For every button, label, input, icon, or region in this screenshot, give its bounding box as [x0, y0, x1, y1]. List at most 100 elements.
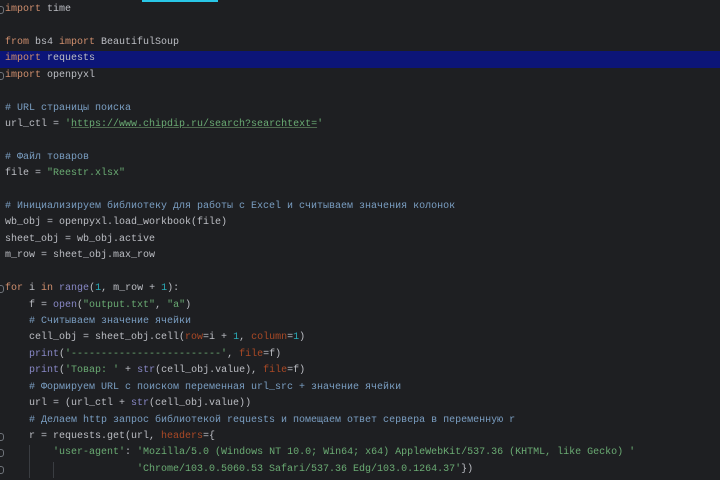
token-com: # Считываем значение ячейки: [5, 316, 192, 328]
token-kw: for: [5, 283, 24, 295]
token-id: wb_obj = openpyxl.load_workbook(file): [5, 217, 228, 229]
code-line[interactable]: print('-------------------------', file=…: [0, 347, 720, 363]
token-id: m_row = sheet_obj.max_row: [5, 250, 156, 262]
fold-marker-icon[interactable]: [0, 432, 4, 441]
token-id: ,: [227, 348, 240, 360]
token-id: url = (url_ctl +: [5, 398, 132, 410]
token-str: '-------------------------': [65, 348, 228, 360]
token-bi: range: [53, 283, 90, 295]
code-line[interactable]: for i in range(1, m_row + 1):: [0, 281, 720, 297]
token-id: (cell_obj.value),: [155, 365, 264, 377]
token-kwarg: file: [263, 365, 288, 377]
blank-line[interactable]: [0, 84, 720, 100]
token-str: 'Товар: ': [65, 365, 120, 377]
token-bi: str: [137, 365, 156, 377]
token-id: =f): [287, 365, 306, 377]
fold-marker-icon[interactable]: [0, 71, 4, 80]
token-str: "output.txt": [83, 299, 156, 311]
code-line[interactable]: from bs4 import BeautifulSoup: [0, 35, 720, 51]
token-bi: open: [53, 299, 78, 311]
code-line[interactable]: f = open("output.txt", "a"): [0, 298, 720, 314]
token-kwarg: headers: [161, 430, 204, 442]
fold-marker-icon[interactable]: [0, 6, 4, 14]
code-line[interactable]: print('Товар: ' + str(cell_obj.value), f…: [0, 363, 720, 379]
code-line[interactable]: import openpyxl: [0, 68, 720, 84]
code-line[interactable]: # Формируем URL с поиском переменная url…: [0, 380, 720, 396]
token-com: # Делаем http запрос библиотекой request…: [5, 414, 516, 426]
token-id: ,: [155, 299, 168, 311]
token-kwarg: file: [239, 348, 264, 360]
token-id: =f): [263, 348, 282, 360]
token-com: # Файл товаров: [5, 151, 90, 163]
token-str: 'Mozilla/5.0 (Windows NT 10.0; Win64; x6…: [137, 447, 636, 459]
blank-line[interactable]: [0, 183, 720, 199]
code-line[interactable]: cell_obj = sheet_obj.cell(row=i + 1, col…: [0, 330, 720, 346]
code-line[interactable]: # Инициализируем библиотеку для работы с…: [0, 199, 720, 215]
indent-guide: [53, 461, 54, 479]
token-id: cell_obj = sheet_obj.cell(: [5, 332, 186, 344]
token-com: # Формируем URL с поиском переменная url…: [5, 381, 402, 393]
token-str: ': [317, 118, 324, 130]
code-line[interactable]: file = "Reestr.xlsx": [0, 166, 720, 182]
code-line[interactable]: sheet_obj = wb_obj.active: [0, 232, 720, 248]
token-str: "a": [167, 299, 186, 311]
token-kw: import: [5, 4, 42, 15]
token-id: ,: [239, 332, 252, 344]
code-line[interactable]: 'Chrome/103.0.5060.53 Safari/537.36 Edg/…: [0, 461, 720, 479]
code-line[interactable]: # Считываем значение ячейки: [0, 314, 720, 330]
token-id: r = requests.get(url,: [5, 430, 162, 442]
token-id: f =: [5, 299, 54, 311]
fold-marker-icon[interactable]: [0, 449, 4, 458]
token-id: =i +: [203, 332, 234, 344]
code-line[interactable]: 'user-agent': 'Mozilla/5.0 (Windows NT 1…: [0, 445, 720, 462]
token-kw: import: [5, 53, 42, 65]
token-id: :: [125, 447, 138, 459]
code-line[interactable]: r = requests.get(url, headers={: [0, 429, 720, 445]
token-kw: import: [5, 69, 42, 81]
token-id: ):: [167, 283, 180, 295]
code-line[interactable]: m_row = sheet_obj.max_row: [0, 248, 720, 264]
token-id: , m_row +: [101, 283, 162, 295]
token-str: 'user-agent': [5, 447, 126, 459]
fold-marker-icon[interactable]: [0, 285, 4, 294]
code-editor[interactable]: import time from bs4 import BeautifulSoup…: [0, 2, 720, 479]
blank-line[interactable]: [0, 265, 720, 281]
token-id: i: [23, 283, 42, 295]
token-id: bs4: [29, 36, 60, 48]
token-id: requests: [41, 53, 96, 65]
token-kwarg: row: [185, 332, 204, 344]
blank-line[interactable]: [0, 18, 720, 34]
token-url: https://www.chipdip.ru/search?searchtext…: [71, 118, 318, 130]
token-id: sheet_obj = wb_obj.active: [5, 233, 156, 245]
token-id: +: [119, 365, 138, 377]
code-line[interactable]: import requests: [0, 51, 720, 68]
blank-line[interactable]: [0, 133, 720, 149]
token-kw: from: [5, 36, 30, 48]
code-line[interactable]: # Файл товаров: [0, 150, 720, 166]
token-id: file =: [5, 168, 48, 180]
token-str: 'Chrome/103.0.5060.53 Safari/537.36 Edg/…: [5, 463, 462, 475]
token-com: # URL страницы поиска: [5, 102, 132, 114]
token-id: openpyxl: [41, 69, 96, 81]
token-id: url_ctl =: [5, 118, 66, 130]
indent-guide: [29, 461, 30, 479]
token-id: BeautifulSoup: [95, 36, 180, 48]
code-line[interactable]: wb_obj = openpyxl.load_workbook(file): [0, 215, 720, 231]
token-bi: print: [5, 365, 60, 377]
token-com: # Инициализируем библиотеку для работы с…: [5, 201, 456, 213]
token-id: ): [299, 332, 306, 344]
token-str: "Reestr.xlsx": [47, 168, 126, 180]
code-line[interactable]: # URL страницы поиска: [0, 101, 720, 117]
token-kw: in: [41, 283, 54, 295]
code-line[interactable]: url_ctl = 'https://www.chipdip.ru/search…: [0, 117, 720, 133]
code-line[interactable]: import time: [0, 2, 720, 18]
token-kw: import: [59, 36, 96, 48]
token-bi: str: [131, 398, 150, 410]
token-id: }): [461, 463, 474, 475]
token-id: (cell_obj.value)): [149, 398, 252, 410]
token-id: ): [185, 299, 192, 311]
token-bi: print: [5, 348, 60, 360]
fold-marker-icon[interactable]: [0, 465, 4, 474]
code-line[interactable]: url = (url_ctl + str(cell_obj.value)): [0, 396, 720, 412]
code-line[interactable]: # Делаем http запрос библиотекой request…: [0, 413, 720, 429]
